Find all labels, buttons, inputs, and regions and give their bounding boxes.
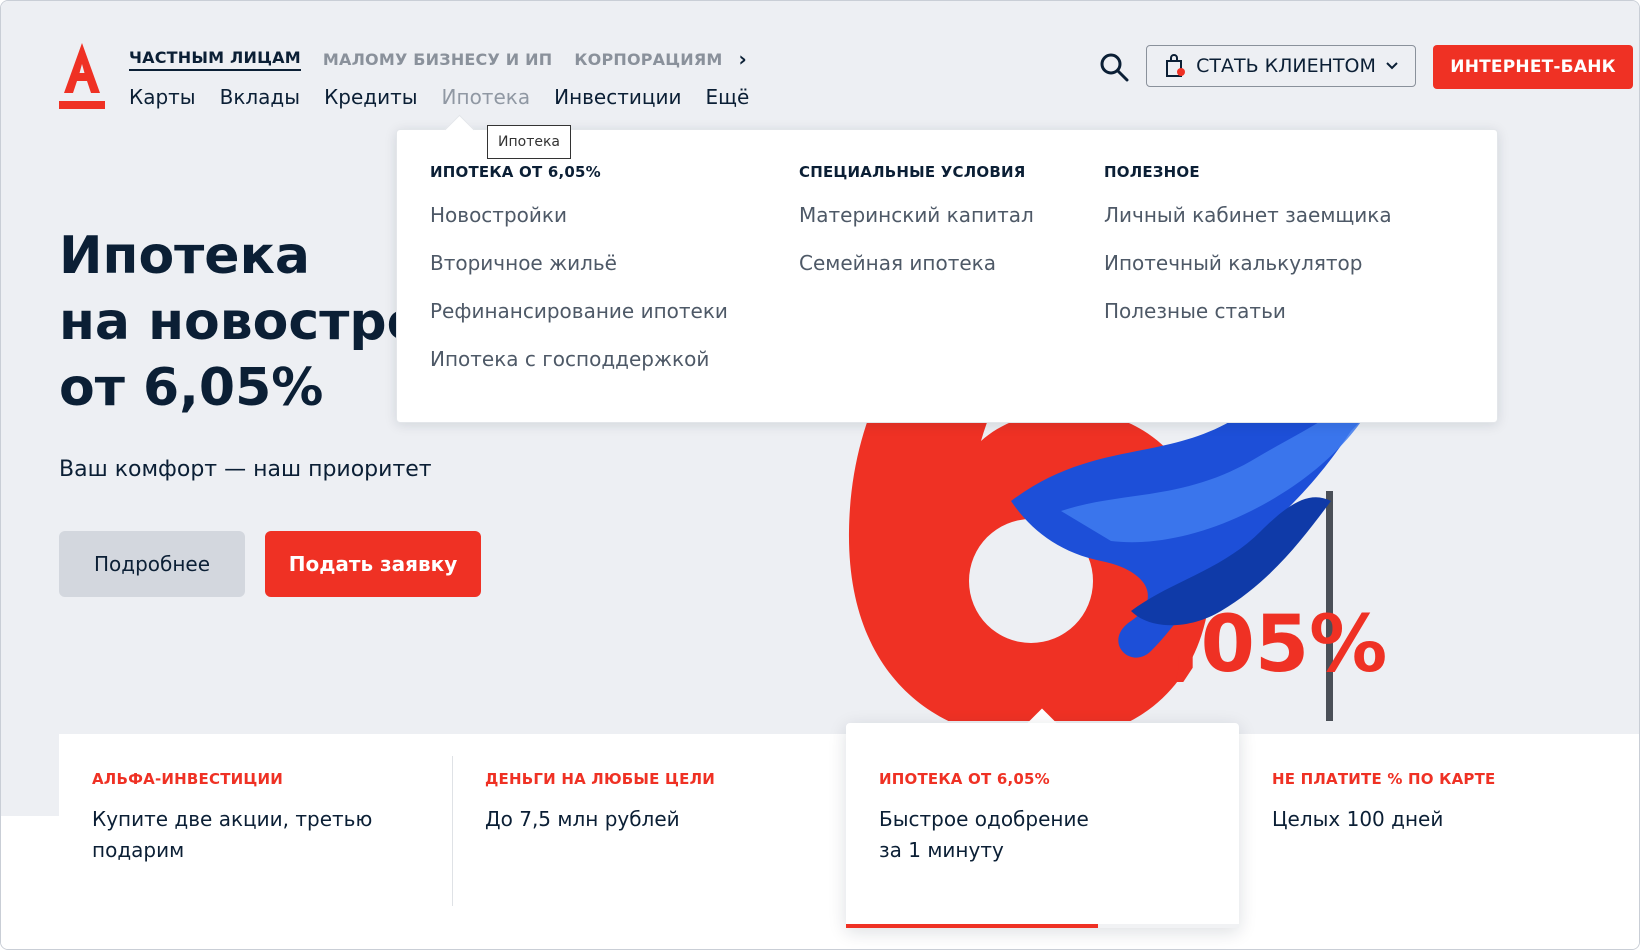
promo-card-active[interactable]: ИПОТЕКА ОТ 6,05% Быстрое одобрение за 1 … [846, 723, 1239, 928]
browser-frame: ЧАСТНЫМ ЛИЦАМ МАЛОМУ БИЗНЕСУ И ИП КОРПОР… [0, 0, 1640, 950]
promo-label: ДЕНЬГИ НА ЛЮБЫЕ ЦЕЛИ [485, 770, 715, 788]
promo-text: До 7,5 млн рублей [485, 807, 680, 831]
dropdown-column: ПОЛЕЗНОЕ Личный кабинет заемщика Ипотечн… [1104, 163, 1392, 347]
promo-text: Целых 100 дней [1272, 807, 1444, 831]
dropdown-item-articles[interactable]: Полезные статьи [1104, 299, 1392, 347]
become-client-button[interactable]: СТАТЬ КЛИЕНТОМ [1146, 45, 1416, 87]
hero-subtitle: Ваш комфорт — наш приоритет [59, 457, 432, 482]
search-icon[interactable] [1099, 52, 1129, 82]
dropdown-item-secondary[interactable]: Вторичное жильё [430, 251, 728, 299]
dropdown-item-family-mortgage[interactable]: Семейная ипотека [799, 251, 1034, 299]
dropdown-item-maternity-capital[interactable]: Материнский капитал [799, 203, 1034, 251]
dropdown-item-borrower-account[interactable]: Личный кабинет заемщика [1104, 203, 1392, 251]
promo-label: ИПОТЕКА ОТ 6,05% [879, 770, 1050, 788]
dropdown-column: СПЕЦИАЛЬНЫЕ УСЛОВИЯ Материнский капитал … [799, 163, 1034, 299]
segment-small-business[interactable]: МАЛОМУ БИЗНЕСУ И ИП [323, 50, 553, 69]
chevron-right-icon[interactable]: › [739, 47, 747, 71]
dropdown-column: ИПОТЕКА ОТ 6,05% Новостройки Вторичное ж… [430, 163, 728, 395]
nav-mortgage[interactable]: Ипотека [442, 85, 531, 109]
dropdown-item-state-support[interactable]: Ипотека с господдержкой [430, 347, 728, 395]
mortgage-dropdown: ИПОТЕКА ОТ 6,05% Новостройки Вторичное ж… [396, 129, 1498, 423]
dropdown-heading: ИПОТЕКА ОТ 6,05% [430, 163, 601, 181]
hero-title: Ипотека на новостро от 6,05% [59, 223, 399, 421]
promo-label: АЛЬФА-ИНВЕСТИЦИИ [92, 770, 284, 788]
promo-text: Быстрое одобрение за 1 минуту [879, 807, 1089, 862]
hero-title-line: Ипотека [59, 226, 310, 286]
main-nav: Карты Вклады Кредиты Ипотека Инвестиции … [129, 85, 749, 109]
nav-more[interactable]: Ещё [706, 85, 750, 109]
dropdown-item-new-buildings[interactable]: Новостройки [430, 203, 728, 251]
segment-corporations[interactable]: КОРПОРАЦИЯМ [574, 50, 722, 69]
become-client-label: СТАТЬ КЛИЕНТОМ [1196, 55, 1376, 77]
rate-art-text: ,05% [1171, 600, 1387, 690]
dropdown-heading: СПЕЦИАЛЬНЫЕ УСЛОВИЯ [799, 163, 1026, 181]
dropdown-heading: ПОЛЕЗНОЕ [1104, 163, 1200, 181]
promo-text: Купите две акции, третью подарим [92, 807, 373, 862]
hero-title-line: от 6,05% [59, 358, 324, 418]
nav-credits[interactable]: Кредиты [324, 85, 417, 109]
dropdown-item-refinance[interactable]: Рефинансирование ипотеки [430, 299, 728, 347]
bag-icon [1166, 54, 1186, 77]
nav-cards[interactable]: Карты [129, 85, 196, 109]
apply-button[interactable]: Подать заявку [265, 531, 481, 597]
promo-card[interactable]: ДЕНЬГИ НА ЛЮБЫЕ ЦЕЛИ До 7,5 млн рублей [452, 734, 845, 926]
nav-investments[interactable]: Инвестиции [554, 85, 681, 109]
chevron-down-icon [1386, 62, 1398, 70]
dropdown-item-calculator[interactable]: Ипотечный калькулятор [1104, 251, 1392, 299]
internet-bank-button[interactable]: ИНТЕРНЕТ-БАНК [1433, 45, 1633, 89]
hero-title-line: на новостро [59, 292, 399, 352]
promo-card[interactable]: НЕ ПЛАТИТЕ % ПО КАРТЕ Целых 100 дней [1239, 734, 1632, 926]
segment-nav: ЧАСТНЫМ ЛИЦАМ МАЛОМУ БИЗНЕСУ И ИП КОРПОР… [129, 47, 747, 71]
more-button[interactable]: Подробнее [59, 531, 245, 597]
promo-progress-bar [846, 924, 1098, 928]
tooltip: Ипотека [487, 125, 571, 159]
segment-private[interactable]: ЧАСТНЫМ ЛИЦАМ [129, 48, 301, 71]
alfa-logo[interactable] [59, 43, 105, 109]
promo-card[interactable]: АЛЬФА-ИНВЕСТИЦИИ Купите две акции, треть… [59, 734, 452, 926]
nav-deposits[interactable]: Вклады [220, 85, 300, 109]
promo-label: НЕ ПЛАТИТЕ % ПО КАРТЕ [1272, 770, 1496, 788]
